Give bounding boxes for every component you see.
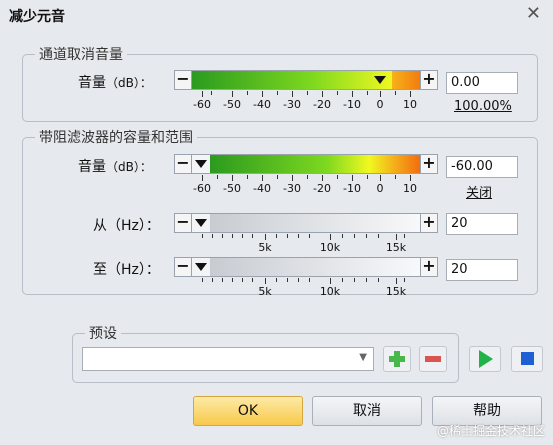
slider-track: [210, 214, 422, 232]
tick-label: 5k: [258, 285, 272, 298]
increase-button[interactable]: +: [420, 258, 437, 276]
band-volume-input[interactable]: -60.00: [446, 156, 518, 178]
slider-track: [192, 71, 392, 89]
to-hz-tick-labels: 5k 10k 15k: [190, 285, 430, 298]
tick-label: -40: [253, 182, 271, 195]
channel-volume-label: 音量（dB）：: [78, 72, 152, 92]
title-bar: 减少元音 ✕: [0, 0, 553, 30]
tick-label: 10: [403, 182, 417, 195]
volume-text: 音量: [78, 75, 106, 91]
channel-group-legend: 通道取消音量: [35, 44, 127, 64]
tick-label: 10k: [319, 285, 341, 298]
volume-text: 音量: [78, 159, 106, 175]
from-hz-ticks: [190, 234, 420, 240]
increase-button[interactable]: +: [420, 71, 437, 89]
from-hz-label: 从（Hz）：: [93, 218, 160, 234]
tick-label: 15k: [385, 241, 407, 254]
channel-volume-input[interactable]: 0.00: [446, 72, 518, 94]
band-volume-ticks: [190, 175, 420, 181]
tick-label: -50: [223, 98, 241, 111]
band-volume-label: 音量（dB）：: [78, 156, 152, 176]
slider-thumb[interactable]: [195, 219, 207, 227]
increase-button[interactable]: +: [420, 214, 437, 232]
decrease-button[interactable]: −: [175, 71, 192, 89]
tick-label: -60: [193, 98, 211, 111]
off-link[interactable]: 关闭: [466, 182, 492, 201]
cancel-button[interactable]: 取消: [312, 396, 422, 426]
tick-label: -60: [193, 182, 211, 195]
slider-thumb[interactable]: [374, 76, 386, 84]
tick-label: -20: [313, 182, 331, 195]
channel-percent-link[interactable]: 100.00%: [454, 99, 512, 114]
tick-label: -10: [343, 182, 361, 195]
to-hz-input[interactable]: 20: [446, 259, 518, 281]
to-hz-label: 至（Hz）：: [93, 262, 160, 278]
tick-label: 0: [376, 182, 384, 195]
plus-icon: [389, 351, 405, 367]
ok-button[interactable]: OK: [193, 396, 303, 426]
tick-label: -50: [223, 182, 241, 195]
band-volume-slider[interactable]: − +: [174, 154, 438, 174]
tick-label: -30: [283, 182, 301, 195]
tick-label: 0: [376, 98, 384, 111]
channel-volume-slider[interactable]: − +: [174, 70, 438, 90]
slider-track: [210, 258, 422, 276]
channel-volume-ticks: [190, 91, 420, 97]
chevron-down-icon[interactable]: ▼: [359, 352, 367, 363]
to-hz-slider[interactable]: − +: [174, 257, 438, 277]
preset-legend: 预设: [85, 323, 121, 343]
tick-label: 10k: [319, 241, 341, 254]
tick-label: -10: [343, 98, 361, 111]
tick-label: 15k: [385, 285, 407, 298]
tick-label: -30: [283, 98, 301, 111]
slider-thumb[interactable]: [195, 160, 207, 168]
from-hz-tick-labels: 5k 10k 15k: [190, 241, 430, 254]
stop-button[interactable]: [511, 346, 543, 372]
to-hz-ticks: [190, 278, 420, 284]
tick-label: -20: [313, 98, 331, 111]
increase-button[interactable]: +: [420, 155, 437, 173]
play-icon: [479, 350, 493, 368]
volume-unit: （dB）：: [106, 76, 152, 90]
watermark: @稀土掘金技术社区: [436, 424, 545, 438]
stop-icon: [521, 352, 534, 365]
close-icon[interactable]: ✕: [526, 3, 541, 24]
channel-volume-tick-labels: -60 -50 -40 -30 -20 -10 0 10: [190, 98, 430, 111]
volume-unit: （dB）：: [106, 160, 152, 174]
tick-label: -40: [253, 98, 271, 111]
remove-preset-button[interactable]: [419, 346, 447, 372]
band-volume-tick-labels: -60 -50 -40 -30 -20 -10 0 10: [190, 182, 430, 195]
add-preset-button[interactable]: [383, 346, 411, 372]
slider-thumb[interactable]: [195, 263, 207, 271]
tick-label: 5k: [258, 241, 272, 254]
from-hz-input[interactable]: 20: [446, 213, 518, 235]
decrease-button[interactable]: −: [175, 214, 192, 232]
preset-dropdown[interactable]: ▼: [82, 347, 374, 371]
play-button[interactable]: [469, 346, 501, 372]
band-group-legend: 带阻滤波器的容量和范围: [35, 127, 197, 147]
slider-track-boost: [392, 71, 422, 89]
slider-track: [210, 155, 422, 173]
window-title: 减少元音: [9, 9, 65, 25]
decrease-button[interactable]: −: [175, 155, 192, 173]
minus-icon: [425, 356, 441, 362]
decrease-button[interactable]: −: [175, 258, 192, 276]
from-hz-slider[interactable]: − +: [174, 213, 438, 233]
tick-label: 10: [403, 98, 417, 111]
